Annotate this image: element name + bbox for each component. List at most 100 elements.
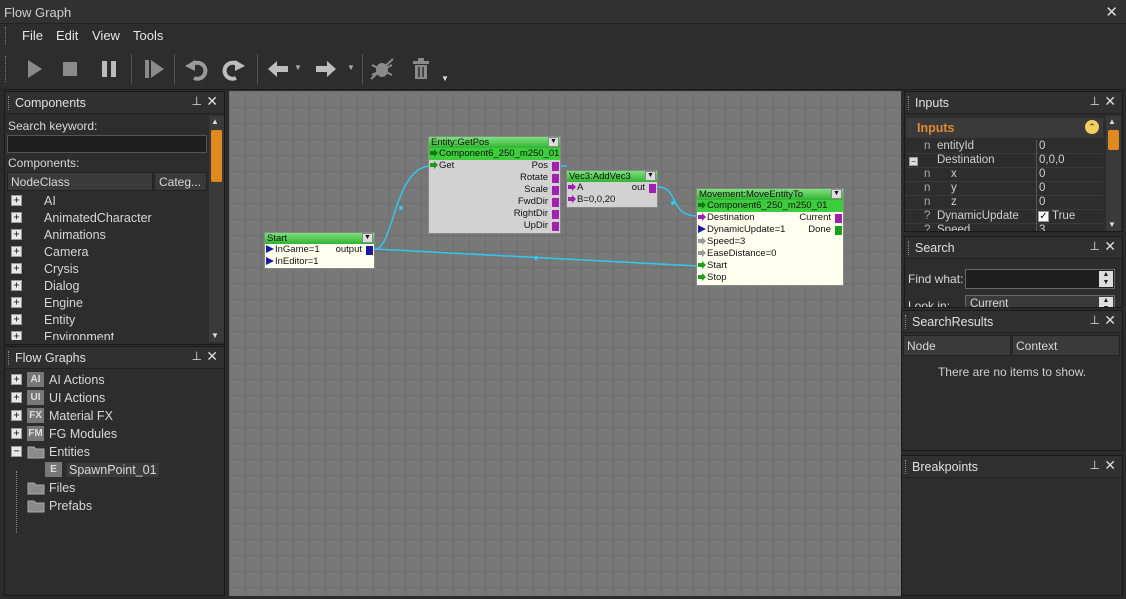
input-property-value[interactable]: 3	[1039, 224, 1045, 231]
node-input-stop[interactable]: Stop	[697, 272, 843, 284]
chevron-down-icon[interactable]: ▼	[362, 233, 373, 243]
node-input-ingame[interactable]: InGame=1 output	[265, 244, 374, 256]
component-category[interactable]: + Crysis	[7, 260, 207, 277]
scroll-up-icon[interactable]: ▲	[211, 117, 219, 126]
expand-icon[interactable]: +	[11, 392, 22, 403]
back-arrow-icon[interactable]	[264, 55, 292, 83]
collapse-row-icon[interactable]: −	[909, 157, 918, 166]
chevron-down-icon[interactable]: ▼	[645, 171, 656, 181]
component-category[interactable]: + Animations	[7, 226, 207, 243]
input-property-value[interactable]: 0	[1039, 182, 1045, 194]
node-input-start[interactable]: Start	[697, 260, 843, 272]
close-icon[interactable]: ✕	[1104, 238, 1116, 255]
expand-icon[interactable]: +	[11, 314, 22, 325]
close-icon[interactable]: ✕	[206, 348, 218, 365]
col-node[interactable]: Node	[903, 335, 1011, 356]
node-output-row[interactable]: FwdDir	[429, 196, 560, 208]
forward-dropdown-icon[interactable]: ▼	[347, 63, 355, 72]
node-input-easedistance[interactable]: EaseDistance=0	[697, 248, 843, 260]
output-port-icon[interactable]	[552, 222, 559, 231]
node-output-row[interactable]: Scale	[429, 184, 560, 196]
node-start[interactable]: Start ▼ InGame=1 output InEditor=1	[264, 232, 375, 269]
back-dropdown-icon[interactable]: ▼	[294, 63, 302, 72]
node-addvec3[interactable]: Vec3:AddVec3 ▼ A out B=0,0,20	[566, 170, 658, 208]
node-moveentityto[interactable]: Movement:MoveEntityTo ▼ Component6_250_m2…	[696, 188, 844, 286]
flowgraph-item[interactable]: Files	[7, 479, 217, 496]
component-category[interactable]: + Environment	[7, 328, 207, 340]
node-title[interactable]: Vec3:AddVec3 ▼	[567, 171, 657, 182]
component-category[interactable]: + AnimatedCharacter	[7, 209, 207, 226]
col-category[interactable]: Categ...	[154, 172, 207, 191]
checkbox-icon[interactable]: ✓	[1038, 211, 1049, 222]
menu-tools[interactable]: Tools	[133, 28, 163, 43]
output-port-icon[interactable]	[552, 162, 559, 171]
pin-icon[interactable]: ⊥	[192, 349, 202, 363]
close-icon[interactable]: ✕	[1104, 312, 1116, 329]
scrollbar-thumb[interactable]	[1108, 130, 1119, 150]
output-port-icon[interactable]	[835, 226, 842, 235]
flowgraph-item[interactable]: + UI UI Actions	[7, 389, 217, 406]
component-category[interactable]: + Camera	[7, 243, 207, 260]
trash-icon[interactable]	[407, 55, 435, 83]
col-context[interactable]: Context	[1012, 335, 1120, 356]
output-port-icon[interactable]	[366, 246, 373, 255]
scroll-up-icon[interactable]: ▲	[1108, 117, 1116, 126]
expand-icon[interactable]: −	[11, 446, 22, 457]
node-input-speed[interactable]: Speed=3	[697, 236, 843, 248]
components-scrollbar[interactable]: ▲ ▼	[209, 116, 224, 342]
component-category[interactable]: + Entity	[7, 311, 207, 328]
expand-icon[interactable]: +	[11, 374, 22, 385]
forward-arrow-icon[interactable]	[312, 55, 340, 83]
node-getpos[interactable]: Entity:GetPos ▼ Component6_250_m250_01 Ge…	[428, 136, 561, 234]
output-port-icon[interactable]	[552, 174, 559, 183]
output-port-icon[interactable]	[552, 198, 559, 207]
input-port-icon[interactable]	[568, 183, 576, 192]
chevron-down-icon[interactable]: ▼	[548, 137, 559, 147]
node-title[interactable]: Movement:MoveEntityTo ▼	[697, 189, 843, 200]
node-input-b[interactable]: B=0,0,20	[567, 194, 657, 206]
expand-icon[interactable]: +	[11, 280, 22, 291]
node-input-ineditor[interactable]: InEditor=1	[265, 256, 374, 268]
undo-icon[interactable]	[182, 55, 210, 83]
output-port-icon[interactable]	[552, 186, 559, 195]
expand-icon[interactable]: +	[11, 263, 22, 274]
input-property-value[interactable]: 0	[1039, 168, 1045, 180]
flowgraph-item[interactable]: − Entities	[7, 443, 217, 460]
flowgraph-item[interactable]: Prefabs	[7, 497, 217, 514]
find-what-input[interactable]: ▲ ▼	[965, 269, 1115, 289]
flowgraph-item[interactable]: + AI AI Actions	[7, 371, 217, 388]
inputs-scrollbar[interactable]: ▲ ▼	[1106, 116, 1121, 231]
menu-edit[interactable]: Edit	[56, 28, 78, 43]
inputs-group-header[interactable]: Inputs ⌃	[906, 118, 1103, 138]
input-property-row[interactable]: − Destination 0,0,0	[906, 154, 1103, 168]
node-output-row[interactable]: RightDir	[429, 208, 560, 220]
input-port-icon[interactable]	[266, 245, 274, 254]
search-keyword-input[interactable]	[7, 135, 207, 153]
input-property-value[interactable]: True	[1052, 210, 1075, 222]
expand-icon[interactable]: +	[11, 410, 22, 421]
spin-icon[interactable]: ▲▼	[1099, 297, 1113, 307]
entity-port-icon[interactable]	[430, 149, 438, 158]
input-property-value[interactable]: 0	[1039, 196, 1045, 208]
pause-icon[interactable]	[95, 55, 123, 83]
pin-icon[interactable]: ⊥	[1090, 239, 1100, 253]
menu-file[interactable]: File	[22, 28, 43, 43]
pin-icon[interactable]: ⊥	[1090, 458, 1100, 472]
scrollbar-thumb[interactable]	[211, 130, 222, 182]
entity-port-icon[interactable]	[698, 201, 706, 210]
close-icon[interactable]: ✕	[1104, 457, 1116, 474]
node-input-destination[interactable]: Destination Current	[697, 212, 843, 224]
node-input-dynamicupdate[interactable]: DynamicUpdate=1 Done	[697, 224, 843, 236]
input-property-row[interactable]: n y 0	[906, 182, 1103, 196]
scroll-down-icon[interactable]: ▼	[1108, 220, 1116, 229]
debug-icon[interactable]	[368, 55, 396, 83]
node-title[interactable]: Entity:GetPos ▼	[429, 137, 560, 148]
step-icon[interactable]	[140, 55, 168, 83]
output-port-icon[interactable]	[835, 214, 842, 223]
flowgraph-item[interactable]: + FX Material FX	[7, 407, 217, 424]
close-icon[interactable]: ✕	[1104, 93, 1116, 110]
input-property-row[interactable]: n x 0	[906, 168, 1103, 182]
chevron-down-icon[interactable]: ▼	[831, 189, 842, 199]
node-output-row[interactable]: Rotate	[429, 172, 560, 184]
input-port-icon[interactable]	[698, 261, 706, 270]
